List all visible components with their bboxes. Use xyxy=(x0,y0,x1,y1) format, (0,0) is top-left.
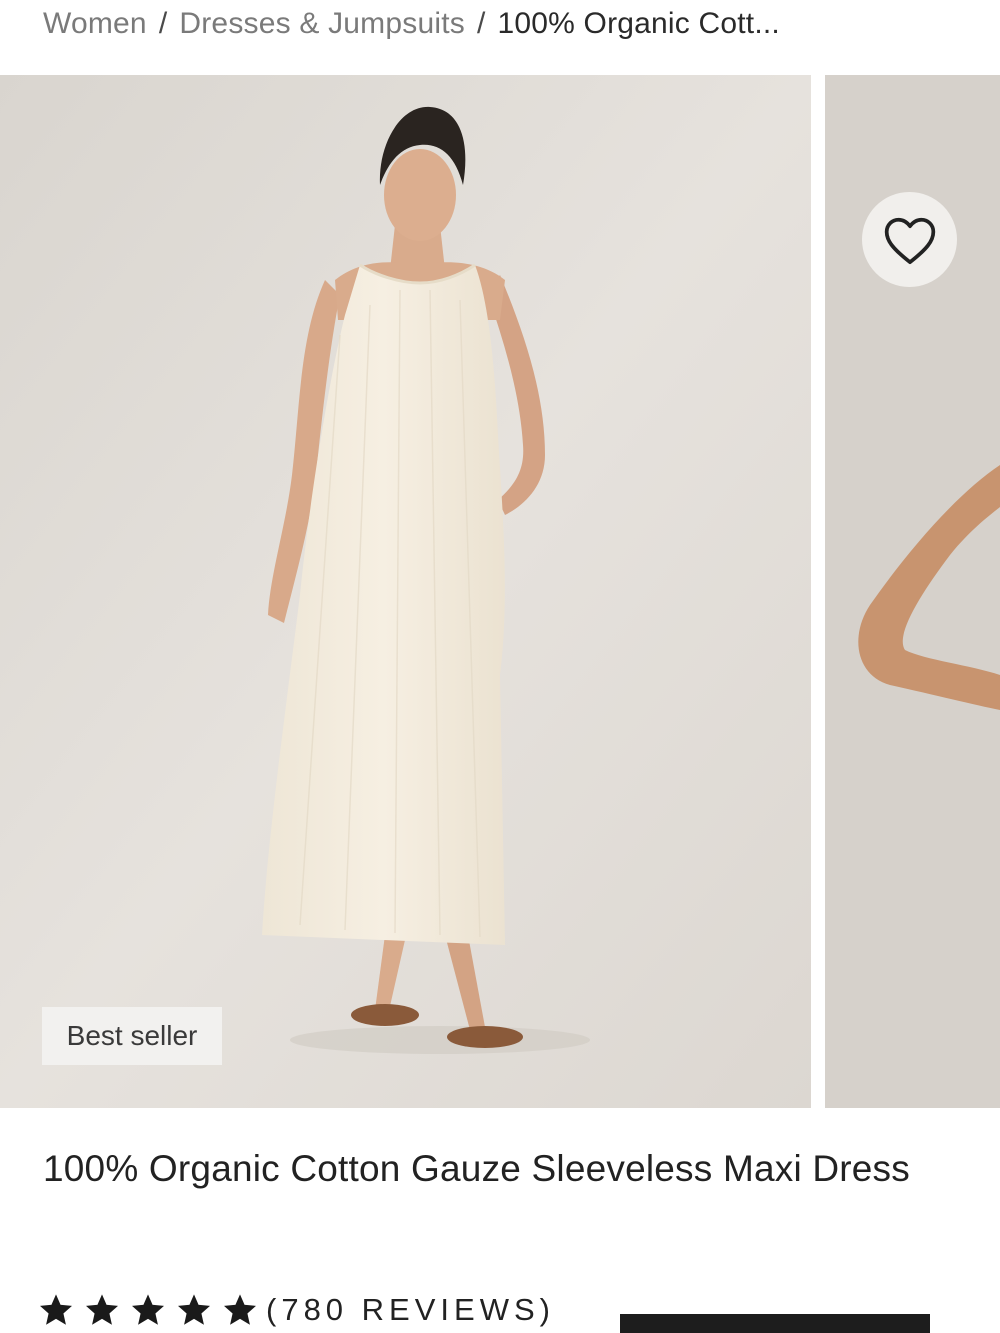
reviews-count-link[interactable]: (780 REVIEWS) xyxy=(266,1292,555,1328)
product-gallery[interactable]: Best seller xyxy=(0,75,1000,1108)
add-to-bag-button[interactable] xyxy=(620,1314,930,1333)
product-image-main[interactable]: Best seller xyxy=(0,75,811,1108)
best-seller-badge: Best seller xyxy=(42,1007,222,1065)
breadcrumb: Women / Dresses & Jumpsuits / 100% Organ… xyxy=(43,4,780,44)
star-icon xyxy=(86,1294,118,1325)
rating-summary[interactable]: (780 REVIEWS) xyxy=(40,1288,555,1332)
star-icon xyxy=(132,1294,164,1325)
product-page: Women / Dresses & Jumpsuits / 100% Organ… xyxy=(0,0,1000,1333)
breadcrumb-women[interactable]: Women xyxy=(43,7,147,41)
model-photo xyxy=(0,75,811,1108)
product-title: 100% Organic Cotton Gauze Sleeveless Max… xyxy=(43,1148,910,1189)
wishlist-button[interactable] xyxy=(862,192,957,287)
star-icon xyxy=(40,1294,72,1325)
star-rating xyxy=(40,1294,270,1326)
breadcrumb-separator: / xyxy=(158,7,168,40)
breadcrumb-separator: / xyxy=(476,7,486,40)
breadcrumb-dresses-jumpsuits[interactable]: Dresses & Jumpsuits xyxy=(179,7,465,41)
star-icon xyxy=(178,1294,210,1325)
breadcrumb-current: 100% Organic Cott... xyxy=(497,7,780,40)
heart-icon xyxy=(884,217,935,264)
star-icon xyxy=(224,1294,256,1325)
